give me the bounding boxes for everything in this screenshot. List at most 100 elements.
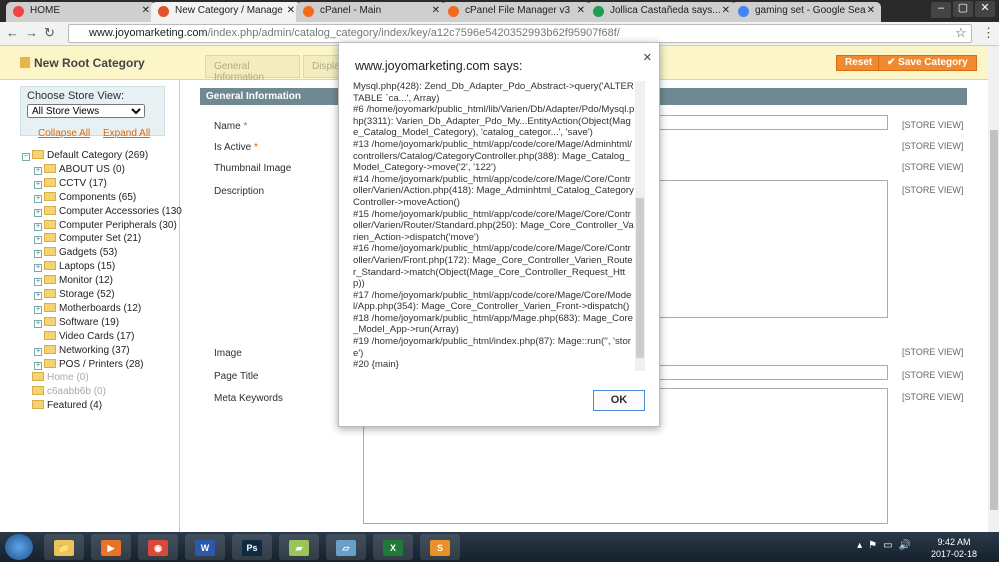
url-input[interactable]: www.joyomarketing.com/index.php/admin/ca… (68, 24, 972, 43)
tree-node[interactable]: c6aabb6b (0) (22, 386, 106, 397)
browser-tab-bar: HOME ✕ New Category / Manage ✕ cPanel - Main… (0, 0, 999, 22)
expand-icon[interactable]: + (34, 250, 42, 259)
folder-icon (20, 57, 30, 68)
expand-icon[interactable]: + (34, 278, 42, 287)
tree-node[interactable]: + Software (19) (34, 316, 119, 328)
expand-icon[interactable]: + (34, 264, 42, 273)
store-view-scope: [STORE VIEW] (902, 120, 964, 130)
page-title: New Root Category (20, 56, 145, 70)
browser-tab[interactable]: HOME ✕ (6, 2, 156, 22)
folder-icon (44, 358, 56, 368)
tab-general-information[interactable]: General Information (205, 55, 300, 83)
close-tab-icon[interactable]: ✕ (722, 5, 730, 16)
field-label: Name * (214, 121, 248, 132)
taskbar: 📁 ▶ ◉ W Ps ▰ ▱ X S ▴⚑▭🔊 9:42 AM 2017-02-18 (0, 532, 999, 562)
tree-node[interactable]: + CCTV (17) (34, 177, 107, 189)
expand-icon[interactable]: + (34, 361, 42, 370)
photoshop-taskbar-button[interactable]: Ps (232, 534, 272, 560)
notes-taskbar-button[interactable]: ▱ (326, 534, 366, 560)
expand-all-link[interactable]: Expand All (103, 128, 150, 139)
start-button[interactable] (5, 534, 33, 560)
close-tab-icon[interactable]: ✕ (577, 5, 585, 16)
media-player-taskbar-button[interactable]: ▶ (91, 534, 131, 560)
tree-node[interactable]: + Computer Accessories (130 (34, 205, 182, 217)
chrome-home-icon (13, 6, 24, 17)
tab-display-settings[interactable]: Displa (303, 55, 343, 78)
folder-icon (32, 150, 44, 159)
browser-tab[interactable]: cPanel File Manager v3 ✕ (441, 2, 591, 22)
maximize-button[interactable]: ▢ (953, 1, 973, 17)
nav-buttons[interactable]: ←→↻ (6, 25, 61, 41)
store-view-scope: [STORE VIEW] (902, 162, 964, 172)
minimize-button[interactable]: – (931, 2, 951, 18)
ok-button[interactable]: OK (593, 390, 645, 411)
bookmark-star-icon[interactable]: ☆ (955, 25, 967, 41)
chrome-taskbar-button[interactable]: ◉ (138, 534, 178, 560)
dialog-title: www.joyomarketing.com says: (355, 59, 523, 73)
browser-tab[interactable]: New Category / Manage ✕ (151, 2, 301, 22)
store-view-scope: [STORE VIEW] (902, 141, 964, 151)
close-tab-icon[interactable]: ✕ (432, 5, 440, 16)
browser-tab[interactable]: cPanel - Main ✕ (296, 2, 446, 22)
expand-icon[interactable]: + (34, 319, 42, 328)
word-taskbar-button[interactable]: W (185, 534, 225, 560)
tree-node[interactable]: Home (0) (22, 372, 89, 383)
category-sidebar: Choose Store View: All Store Views Colla… (0, 80, 182, 532)
tree-node[interactable]: + ABOUT US (0) (34, 163, 125, 175)
close-icon[interactable]: ✕ (643, 51, 652, 64)
tree-node[interactable]: Video Cards (17) (34, 330, 134, 342)
folder-icon (44, 163, 56, 173)
clock[interactable]: 9:42 AM 2017-02-18 (931, 536, 977, 560)
expand-icon[interactable]: + (34, 292, 42, 300)
expand-icon[interactable]: + (34, 347, 42, 356)
skype-icon: S (430, 540, 450, 556)
browser-tab[interactable]: Jollica Castañeda says... ✕ (586, 2, 736, 22)
tree-node[interactable]: + Computer Peripherals (30) (34, 219, 177, 231)
tree-node[interactable]: + POS / Printers (28) (34, 358, 143, 370)
menu-icon[interactable]: ⋮ (982, 25, 995, 41)
close-tab-icon[interactable]: ✕ (867, 5, 875, 16)
cpanel-icon (303, 6, 314, 17)
folder-icon (44, 205, 56, 215)
folder-icon (44, 247, 56, 257)
expand-icon[interactable]: + (34, 194, 42, 203)
expand-icon[interactable]: + (34, 208, 42, 217)
folder-icon (44, 233, 56, 243)
store-view-scope: [STORE VIEW] (902, 347, 964, 357)
close-window-button[interactable]: ✕ (975, 1, 995, 17)
skype-taskbar-button[interactable]: S (420, 534, 460, 560)
sticky-notes-taskbar-button[interactable]: ▰ (279, 534, 319, 560)
tree-node[interactable]: + Networking (37) (34, 344, 130, 356)
excel-taskbar-button[interactable]: X (373, 534, 413, 560)
collapse-icon[interactable]: − (22, 153, 30, 161)
expand-icon[interactable]: + (34, 236, 42, 245)
excel-icon: X (383, 540, 403, 556)
expand-icon[interactable]: + (34, 305, 42, 314)
folder-icon (44, 191, 56, 201)
folder-icon (32, 372, 44, 382)
tree-node[interactable]: + Monitor (12) (34, 275, 113, 287)
tree-node[interactable]: + Components (65) (34, 191, 136, 203)
tree-node[interactable]: + Motherboards (12) (34, 302, 141, 314)
save-category-button[interactable]: ✔ Save Category (878, 55, 977, 71)
dialog-scrollbar-thumb[interactable] (636, 198, 644, 358)
explorer-taskbar-button[interactable]: 📁 (44, 534, 84, 560)
expand-icon[interactable]: + (34, 180, 42, 189)
browser-tab[interactable]: gaming set - Google Sea ✕ (731, 2, 881, 22)
tree-node[interactable]: Featured (4) (22, 400, 102, 411)
close-tab-icon[interactable]: ✕ (142, 5, 150, 16)
folder-icon (44, 275, 56, 285)
tree-node[interactable]: + Laptops (15) (34, 261, 115, 273)
system-tray[interactable]: ▴⚑▭🔊 (857, 540, 917, 551)
expand-icon[interactable]: + (34, 166, 42, 175)
expand-icon[interactable]: + (34, 222, 42, 231)
tree-node[interactable]: + Gadgets (53) (34, 247, 117, 259)
tree-node[interactable]: + Storage (52) (34, 289, 115, 300)
store-view-select[interactable]: All Store Views (27, 104, 145, 118)
reset-button[interactable]: Reset (836, 55, 882, 71)
tree-node[interactable]: + Computer Set (21) (34, 233, 141, 245)
collapse-all-link[interactable]: Collapse All (38, 128, 90, 139)
tree-node[interactable]: − Default Category (269) (22, 150, 148, 161)
page-scrollbar-thumb[interactable] (990, 130, 998, 510)
close-tab-icon[interactable]: ✕ (287, 5, 295, 16)
